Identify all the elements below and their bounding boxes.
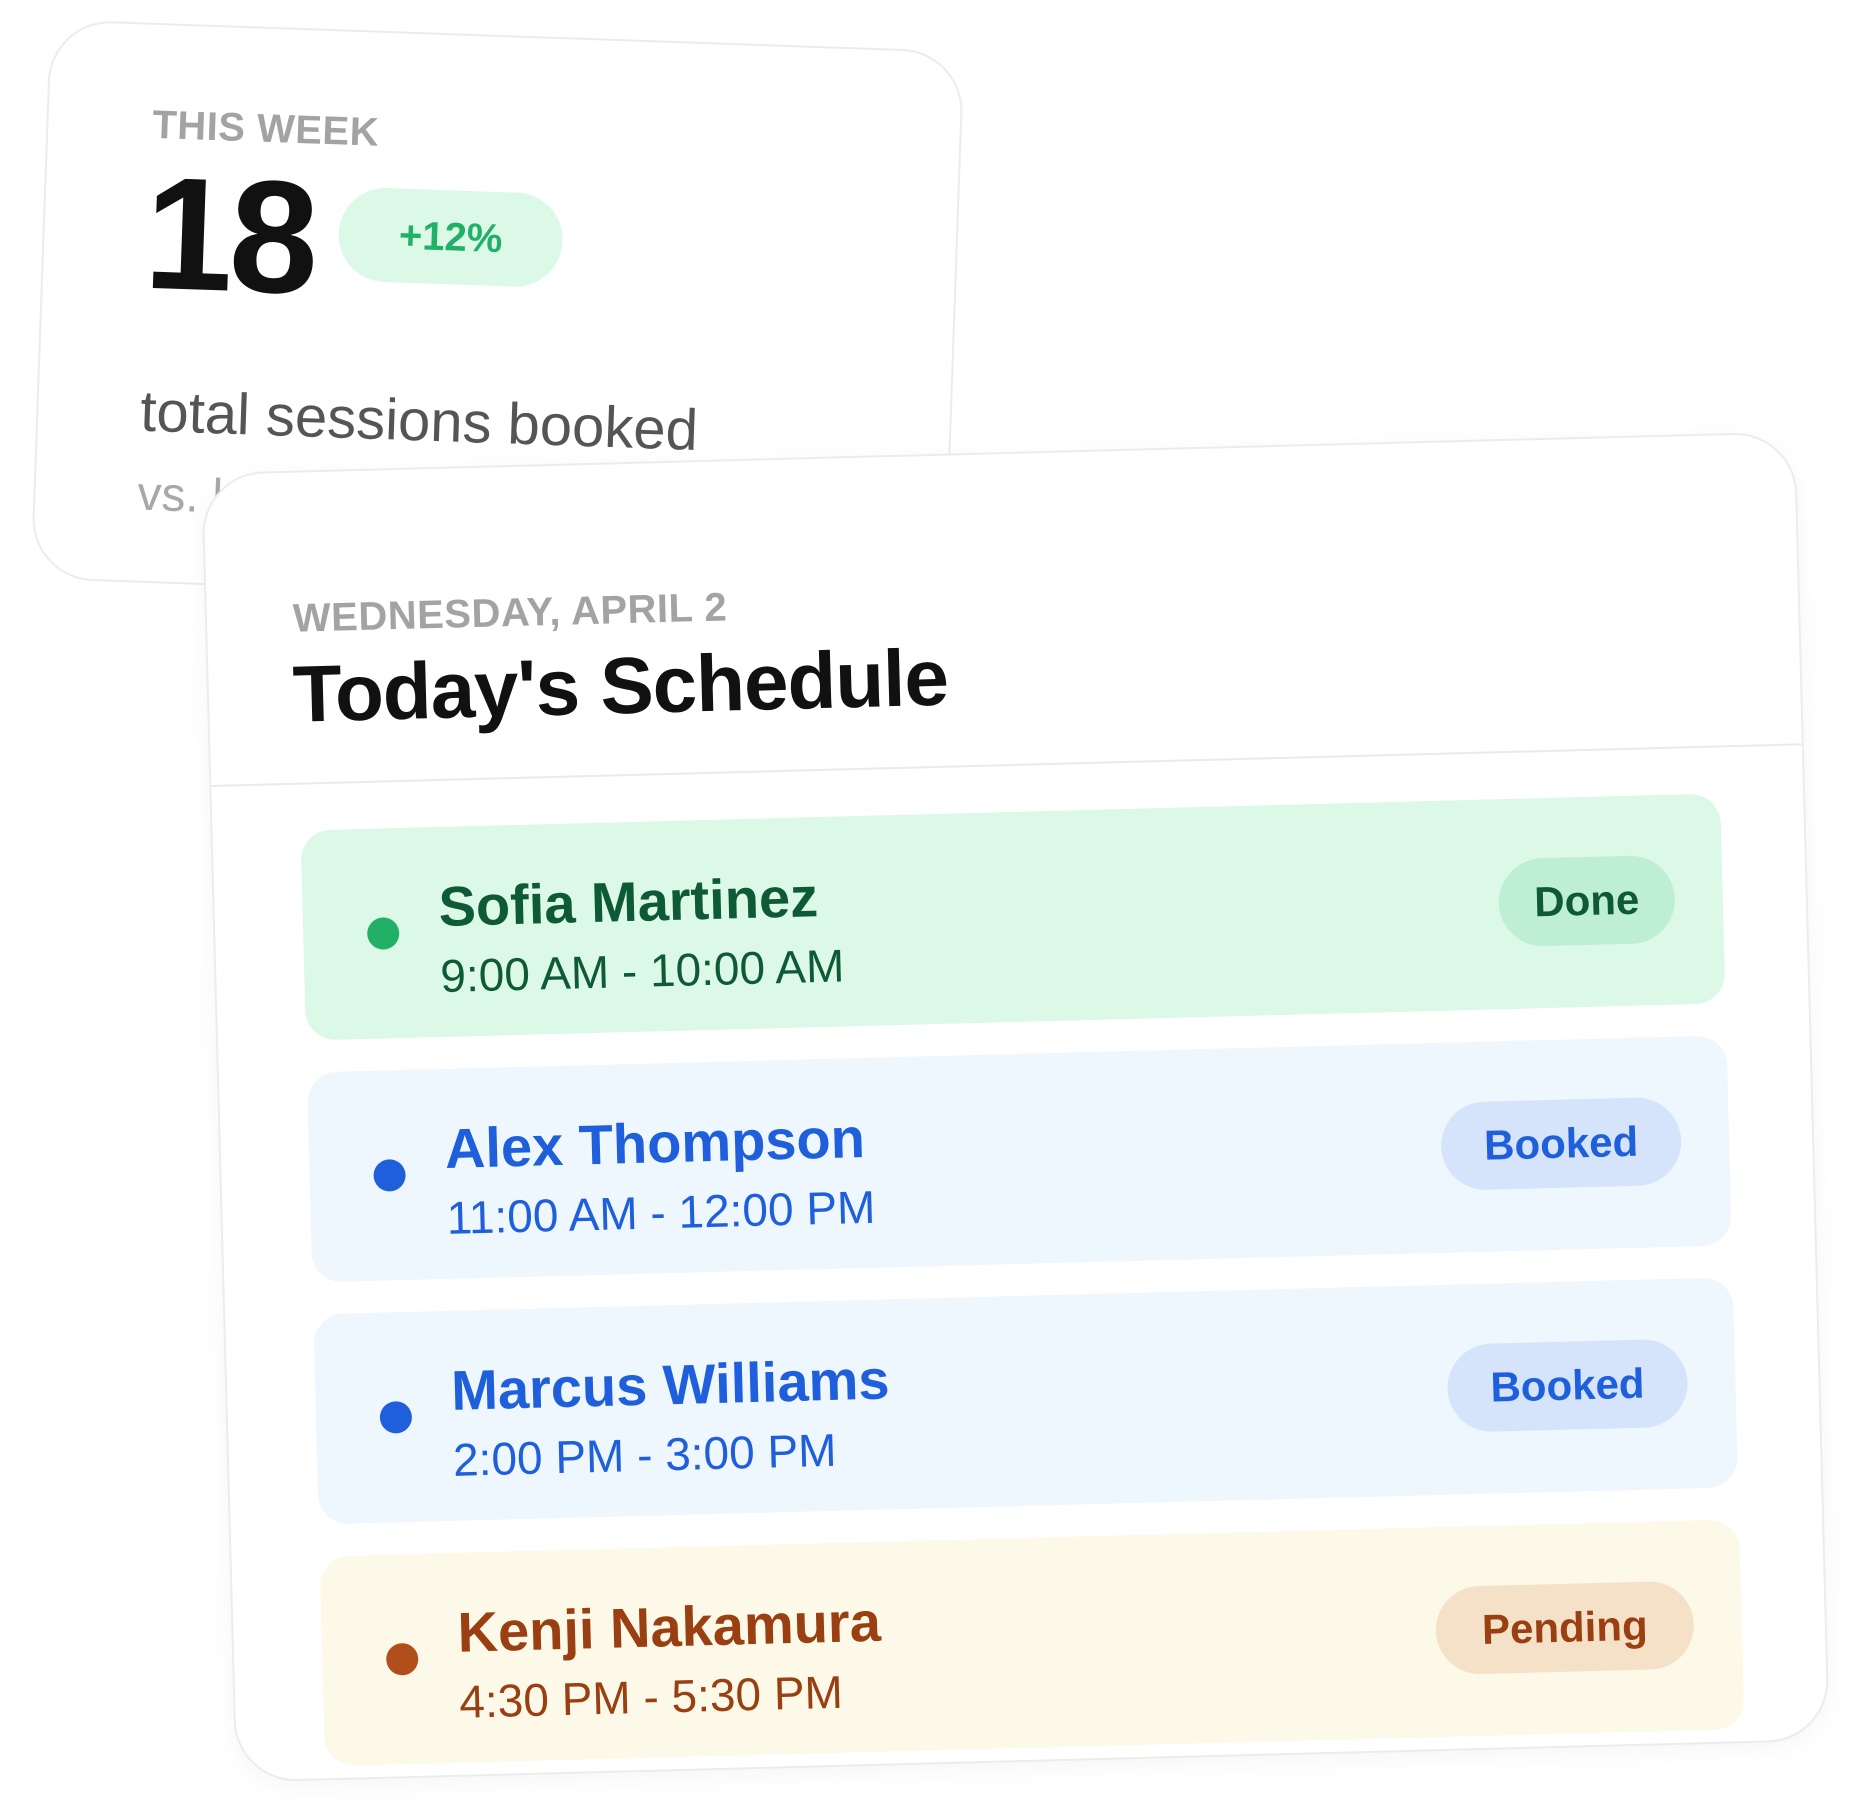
- status-dot-icon: [379, 1400, 413, 1434]
- session-time: 2:00 PM - 3:00 PM: [452, 1423, 838, 1486]
- sessions-count: 18: [141, 142, 318, 328]
- stats-label: total sessions booked: [139, 378, 700, 464]
- schedule-date: WEDNESDAY, APRIL 2: [292, 585, 728, 641]
- canvas: THIS WEEK 18 +12% total sessions booked …: [0, 0, 1859, 1816]
- session-time: 11:00 AM - 12:00 PM: [446, 1180, 876, 1244]
- status-dot-icon: [385, 1642, 419, 1676]
- client-name: Kenji Nakamura: [456, 1589, 882, 1664]
- session-item[interactable]: Alex Thompson 11:00 AM - 12:00 PM Booked: [306, 1035, 1732, 1283]
- status-badge: Pending: [1434, 1580, 1695, 1676]
- status-dot-icon: [373, 1158, 406, 1192]
- session-time: 4:30 PM - 5:30 PM: [458, 1665, 844, 1728]
- session-time: 9:00 AM - 10:00 AM: [439, 939, 845, 1003]
- session-item[interactable]: Marcus Williams 2:00 PM - 3:00 PM Booked: [313, 1277, 1739, 1525]
- session-item[interactable]: Sofia Martinez 9:00 AM - 10:00 AM Done: [300, 793, 1726, 1041]
- schedule-title: Today's Schedule: [291, 632, 949, 739]
- client-name: Sofia Martinez: [437, 865, 819, 939]
- status-badge: Booked: [1446, 1338, 1689, 1433]
- client-name: Alex Thompson: [444, 1105, 866, 1180]
- client-name: Marcus Williams: [450, 1347, 891, 1422]
- session-item[interactable]: Kenji Nakamura 4:30 PM - 5:30 PM Pending: [319, 1519, 1745, 1767]
- status-dot-icon: [366, 917, 400, 950]
- status-badge: Done: [1497, 854, 1676, 948]
- divider: [211, 743, 1802, 787]
- status-badge: Booked: [1440, 1096, 1683, 1191]
- schedule-card: WEDNESDAY, APRIL 2 Today's Schedule Sofi…: [201, 431, 1830, 1783]
- change-badge: +12%: [337, 186, 565, 289]
